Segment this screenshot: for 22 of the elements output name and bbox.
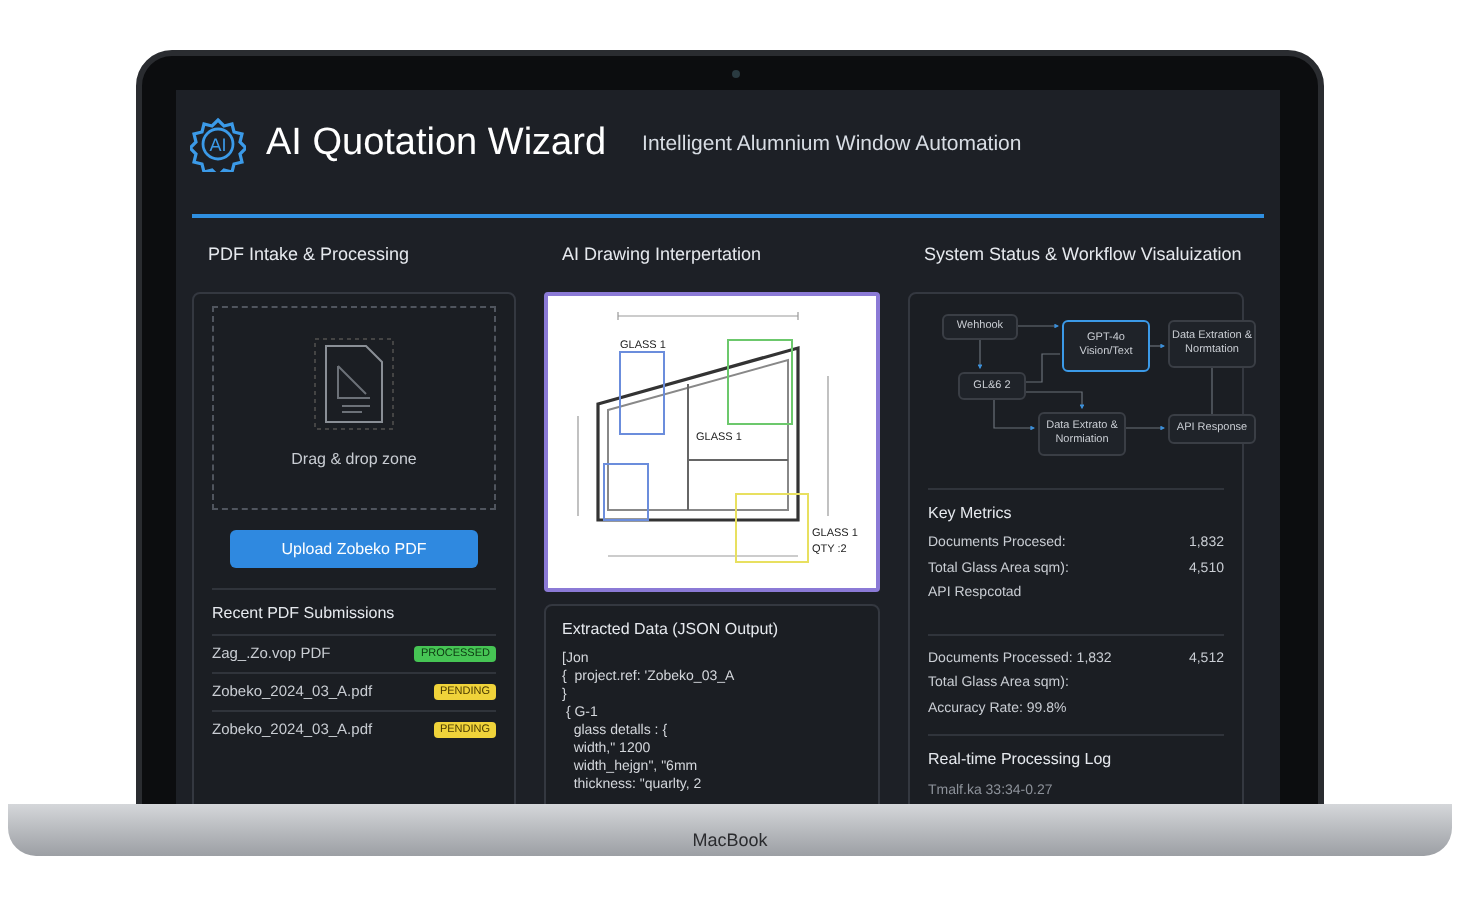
- section-heading: Real-time Processing Log: [928, 748, 1114, 772]
- section-heading: System Status & Workflow Visaluization: [924, 242, 1244, 268]
- workflow-arrow: [977, 339, 983, 370]
- upload-button[interactable]: Upload Zobeko PDF: [230, 530, 478, 568]
- section-heading: AI Drawing Interpertation: [562, 242, 764, 268]
- laptop-brand: MacBook: [692, 828, 768, 854]
- section-heading: Recent PDF Submissions: [212, 602, 397, 626]
- drop-zone[interactable]: Drag & drop zone: [212, 306, 496, 510]
- section-heading: PDF Intake & Processing: [208, 242, 412, 268]
- app-title: AI Quotation Wizard: [266, 119, 607, 168]
- drop-zone-label: Drag & drop zone: [291, 448, 417, 472]
- connector-line: [1025, 353, 1061, 383]
- workflow-arrow: [1017, 323, 1060, 329]
- connector-line: [1211, 367, 1213, 415]
- camera-icon: [732, 70, 740, 78]
- gear-icon: AI: [190, 116, 246, 172]
- section-heading: Key Metrics: [928, 502, 1014, 526]
- workflow-arrow: [1149, 343, 1166, 349]
- app-subtitle: Intelligent Alumnium Window Automation: [642, 130, 1022, 161]
- document-icon: [314, 338, 394, 430]
- workflow-arrow: [1125, 425, 1166, 431]
- panel-title: Extracted Data (JSON Output): [562, 618, 781, 642]
